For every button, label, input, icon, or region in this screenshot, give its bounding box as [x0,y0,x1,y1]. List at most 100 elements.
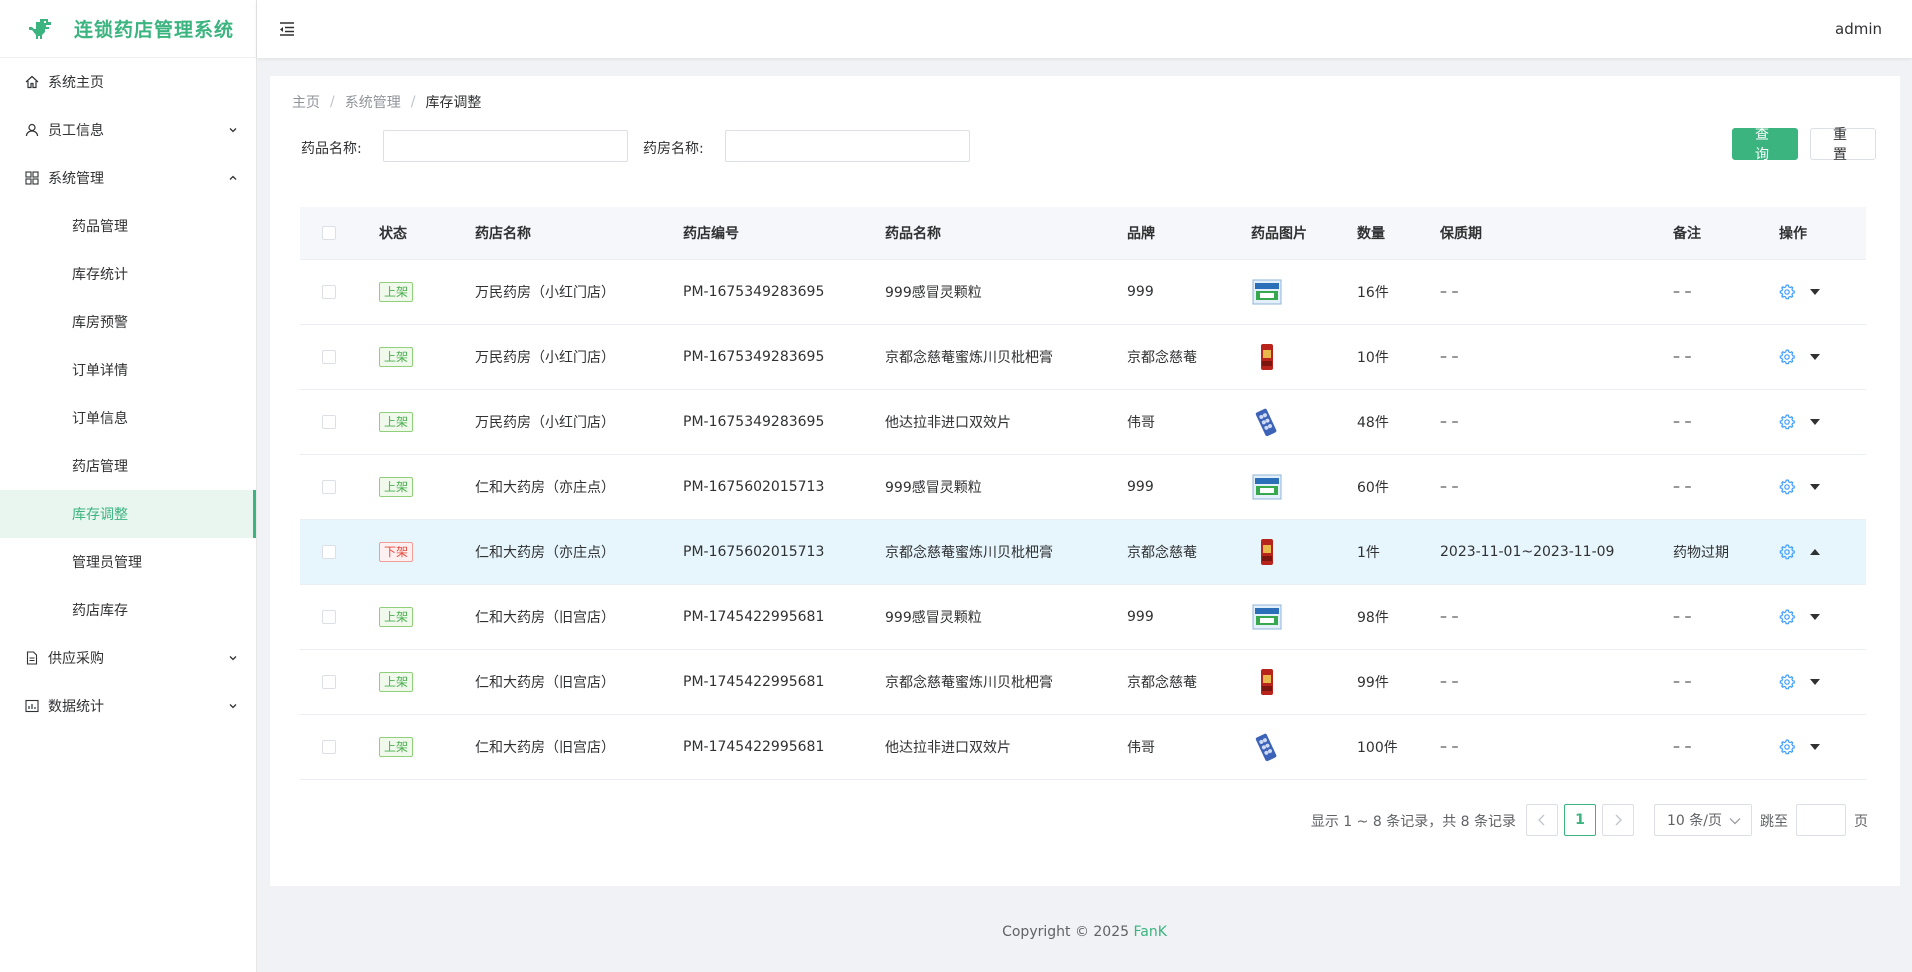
settings-icon[interactable] [1779,478,1795,495]
table-row[interactable]: 上架 仁和大药房（旧宫店） PM-1745422995681 他达拉非进口双效片 伟哥 1… [300,714,1866,780]
actions-cell [1779,714,1866,780]
table-row[interactable]: 下架 仁和大药房（亦庄点） PM-1675602015713 京都念慈菴蜜炼川贝枇杷膏… [300,519,1866,585]
status-cell: 下架 [379,519,475,585]
next-page-button[interactable] [1602,804,1634,836]
row-checkbox[interactable] [322,479,336,494]
sidebar-item-statistics[interactable]: 数据统计 [0,682,256,730]
sidebar-item-staff[interactable]: 员工信息 [0,106,256,154]
quantity-cell: 10件 [1357,324,1440,390]
sidebar-subitem-stock-stats[interactable]: 库存统计 [0,250,256,298]
row-checkbox[interactable] [322,544,336,559]
page-button-1[interactable]: 1 [1564,804,1596,836]
settings-icon[interactable] [1779,283,1795,300]
actions-cell [1779,454,1866,520]
quantity-cell: 100件 [1357,714,1440,780]
row-checkbox[interactable] [322,674,336,689]
sidebar-item-home[interactable]: 系统主页 [0,58,256,106]
sidebar-subitem-store-stock[interactable]: 药店库存 [0,586,256,634]
drug-name-cell: 999感冒灵颗粒 [885,259,1127,325]
sidebar-item-procurement[interactable]: 供应采购 [0,634,256,682]
caret-down-icon[interactable] [1809,483,1821,491]
store-name-label: 药房名称: [643,141,704,157]
row-actions [1779,348,1866,365]
drug-image-cell [1251,324,1357,390]
breadcrumb-home[interactable]: 主页 [292,92,320,112]
reset-button[interactable]: 重置 [1810,127,1876,163]
user-menu[interactable]: admin [1835,20,1882,38]
prev-page-button[interactable] [1526,804,1558,836]
sidebar-subitem-order-info[interactable]: 订单信息 [0,394,256,442]
settings-icon[interactable] [1779,413,1795,430]
logo: 连锁药店管理系统 [0,0,256,58]
copyright-brand[interactable]: FanK [1133,924,1166,940]
sidebar-item-system[interactable]: 系统管理 [0,154,256,202]
status-badge: 上架 [379,346,414,367]
row-checkbox[interactable] [322,414,336,429]
row-checkbox[interactable] [322,349,336,364]
drug-image [1251,474,1283,499]
chevron-down-icon [229,704,237,709]
sidebar-item-label: 员工信息 [48,123,104,139]
table-row[interactable]: 上架 万民药房（小红门店） PM-1675349283695 999感冒灵颗粒 999 1… [300,259,1866,325]
caret-up-icon[interactable] [1809,548,1821,556]
sidebar-subitem-order-detail[interactable]: 订单详情 [0,346,256,394]
settings-icon[interactable] [1779,608,1795,625]
row-select-cell [300,519,379,585]
status-cell: 上架 [379,259,475,325]
select-all-checkbox[interactable] [322,225,336,240]
drug-name-cell: 京都念慈菴蜜炼川贝枇杷膏 [885,649,1127,715]
drug-image [1251,668,1283,695]
row-checkbox[interactable] [322,609,336,624]
sidebar-item-label: 系统主页 [48,75,104,91]
sidebar-subitem-drugs[interactable]: 药品管理 [0,202,256,250]
chevron-down-icon [229,128,237,133]
jump-page-input[interactable] [1796,804,1846,836]
brand-cell: 999 [1127,584,1251,650]
settings-icon[interactable] [1779,543,1795,560]
sidebar-subitem-stock-adjust[interactable]: 库存调整 [0,490,256,538]
expiry-cell: – – [1440,324,1673,390]
table-row[interactable]: 上架 仁和大药房（旧宫店） PM-1745422995681 京都念慈菴蜜炼川贝枇杷膏… [300,649,1866,715]
grid-icon [24,170,40,186]
settings-icon[interactable] [1779,738,1795,755]
caret-down-icon[interactable] [1809,418,1821,426]
query-button[interactable]: 查询 [1732,127,1798,163]
caret-down-icon[interactable] [1809,743,1821,751]
store-name-cell: 仁和大药房（亦庄点） [475,519,683,585]
store-code-cell: PM-1745422995681 [683,584,885,650]
row-select-cell [300,714,379,780]
sidebar-subitem-admins[interactable]: 管理员管理 [0,538,256,586]
caret-down-icon[interactable] [1809,353,1821,361]
table-header-row: 状态 药店名称 药店编号 药品名称 品牌 药品图片 数量 保质期 备注 操作 [300,207,1866,260]
caret-down-icon[interactable] [1809,288,1821,296]
actions-cell [1779,324,1866,390]
sidebar-menu: 系统主页 员工信息 系统管理 药品管理 库存统计 库房预警 订单详情 订单信息 … [0,58,256,730]
table-row[interactable]: 上架 万民药房（小红门店） PM-1675349283695 京都念慈菴蜜炼川贝枇杷膏… [300,324,1866,390]
settings-icon[interactable] [1779,673,1795,690]
row-checkbox[interactable] [322,739,336,754]
store-name-input[interactable] [725,130,970,162]
drug-name-input[interactable] [383,130,628,162]
menu-fold-icon[interactable] [277,19,297,39]
breadcrumb-current: 库存调整 [425,95,482,111]
pagination-summary: 显示 1 ~ 8 条记录，共 8 条记录 [1310,814,1516,830]
caret-down-icon[interactable] [1809,678,1821,686]
page-size-select[interactable]: 10 条/页 [1654,804,1752,836]
sidebar: 连锁药店管理系统 系统主页 员工信息 系统管理 药品管理 库存统计 库房预警 订… [0,0,257,972]
sidebar-subitem-stores[interactable]: 药店管理 [0,442,256,490]
store-name-cell: 仁和大药房（亦庄点） [475,454,683,520]
sidebar-subitem-warehouse-alert[interactable]: 库房预警 [0,298,256,346]
drug-image [1251,279,1283,304]
row-checkbox[interactable] [322,284,336,299]
table-row[interactable]: 上架 万民药房（小红门店） PM-1675349283695 他达拉非进口双效片 伟哥 4… [300,389,1866,455]
settings-icon[interactable] [1779,348,1795,365]
table-row[interactable]: 上架 仁和大药房（亦庄点） PM-1675602015713 999感冒灵颗粒 999 6… [300,454,1866,520]
breadcrumb-section[interactable]: 系统管理 [345,92,401,112]
chevron-down-icon [229,656,237,661]
jump-label: 跳至 [1760,814,1788,830]
store-code-cell: PM-1675602015713 [683,519,885,585]
store-name-cell: 仁和大药房（旧宫店） [475,584,683,650]
table-row[interactable]: 上架 仁和大药房（旧宫店） PM-1745422995681 999感冒灵颗粒 999 9… [300,584,1866,650]
caret-down-icon[interactable] [1809,613,1821,621]
brand-cell: 京都念慈菴 [1127,519,1251,585]
